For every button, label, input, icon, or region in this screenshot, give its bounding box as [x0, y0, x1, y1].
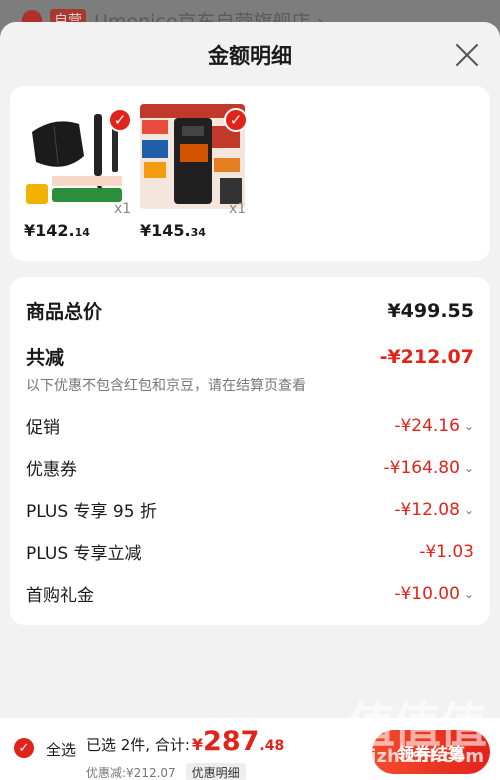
chevron-down-icon: ⌄ [463, 586, 474, 601]
discount-row-plus-reduce: PLUS 专享立减 -¥1.03 [26, 541, 474, 565]
discount-row-coupon[interactable]: 优惠券 -¥164.80 ⌄ [26, 455, 474, 481]
checkout-bar: ✓ 全选 已选 2件, 合计: ¥ 287 .48 优惠减:¥212.07 优惠… [0, 718, 500, 780]
total-price-label: 商品总价 [26, 301, 103, 323]
discount-detail-button[interactable]: 优惠明细 [185, 763, 246, 780]
total-price-row: 商品总价 ¥499.55 [26, 297, 474, 324]
amount-detail-sheet: 金额明细 ✓ ¥142. 14 x1 ✓ ¥145. 34 x1 商品总价 ¥4… [0, 22, 500, 722]
close-icon[interactable] [454, 42, 480, 68]
total-reduce-value: -¥212.07 [379, 345, 474, 368]
checkout-button[interactable]: 领券结算 [372, 730, 490, 774]
product-selected-check-icon[interactable]: ✓ [108, 108, 132, 132]
select-all-label[interactable]: 全选 [46, 739, 76, 760]
total-reduce-label: 共减 [26, 347, 65, 369]
discount-row-first-buy[interactable]: 首购礼金 -¥10.00 ⌄ [26, 581, 474, 607]
product-qty: x1 [229, 201, 247, 217]
product-price: ¥145. 34 [140, 221, 206, 240]
chevron-down-icon: ⌄ [463, 460, 474, 475]
total-reduce-row: 共减 -¥212.07 [26, 343, 474, 370]
amount-detail-card: 商品总价 ¥499.55 共减 -¥212.07 以下优惠不包含红包和京豆，请在… [10, 277, 490, 625]
select-all-check-icon[interactable]: ✓ [14, 738, 34, 758]
saved-line: 优惠减:¥212.07 优惠明细 [86, 763, 246, 780]
product-price: ¥142. 14 [24, 221, 90, 240]
chevron-down-icon: ⌄ [463, 502, 474, 517]
product-qty: x1 [114, 201, 132, 217]
sheet-title: 金额明细 [208, 44, 292, 68]
chevron-down-icon: ⌄ [463, 418, 474, 433]
discount-row-plus-95[interactable]: PLUS 专享 95 折 -¥12.08 ⌄ [26, 497, 474, 523]
order-summary: 已选 2件, 合计: ¥ 287 .48 [86, 726, 285, 757]
discount-note: 以下优惠不包含红包和京豆，请在结算页查看 [26, 378, 306, 394]
product-selected-check-icon[interactable]: ✓ [224, 108, 248, 132]
products-card: ✓ ¥142. 14 x1 ✓ ¥145. 34 x1 [10, 86, 490, 261]
order-total: 287 [203, 726, 260, 757]
product-item[interactable]: ✓ ¥145. 34 [140, 104, 250, 240]
saved-amount: 优惠减:¥212.07 [86, 766, 176, 780]
discount-row-promotion[interactable]: 促销 -¥24.16 ⌄ [26, 413, 474, 439]
total-price-value: ¥499.55 [387, 299, 474, 322]
product-item[interactable]: ✓ ¥142. 14 [24, 104, 134, 240]
